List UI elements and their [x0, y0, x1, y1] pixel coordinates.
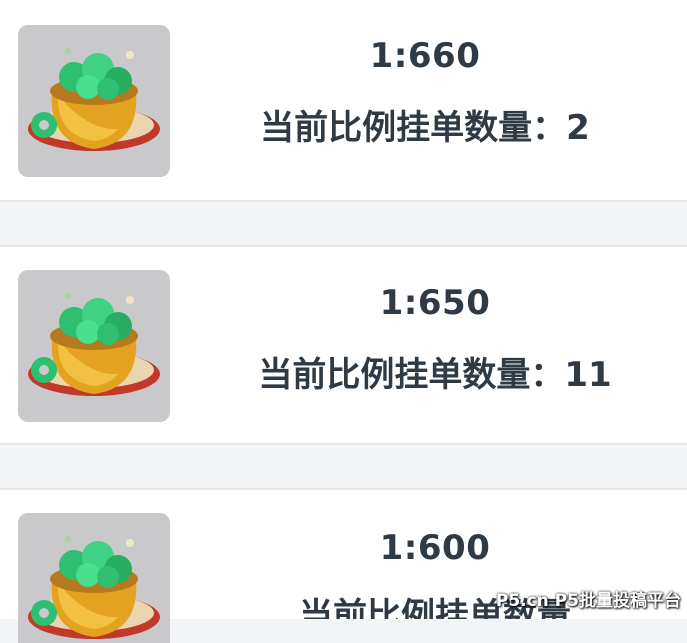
listing-count: 当前比例挂单数量：11 [258, 355, 612, 395]
jade-treasure-pot-icon [18, 25, 170, 177]
listing-count: 当前比例挂单数量：2 [260, 108, 590, 148]
watermark: P5.cn P5批量投稿平台 [495, 591, 681, 611]
exchange-rate: 1:660 [369, 36, 481, 76]
jade-treasure-pot-icon [18, 513, 170, 643]
jade-treasure-pot-icon [18, 270, 170, 422]
listing-list: 1:660 当前比例挂单数量：2 1:650 当前比例挂单数量：11 1:600… [0, 0, 687, 643]
listing-card[interactable]: 1:650 当前比例挂单数量：11 [0, 245, 687, 445]
listing-card[interactable]: 1:660 当前比例挂单数量：2 [0, 0, 687, 202]
exchange-rate: 1:600 [379, 528, 491, 568]
exchange-rate: 1:650 [379, 283, 491, 323]
